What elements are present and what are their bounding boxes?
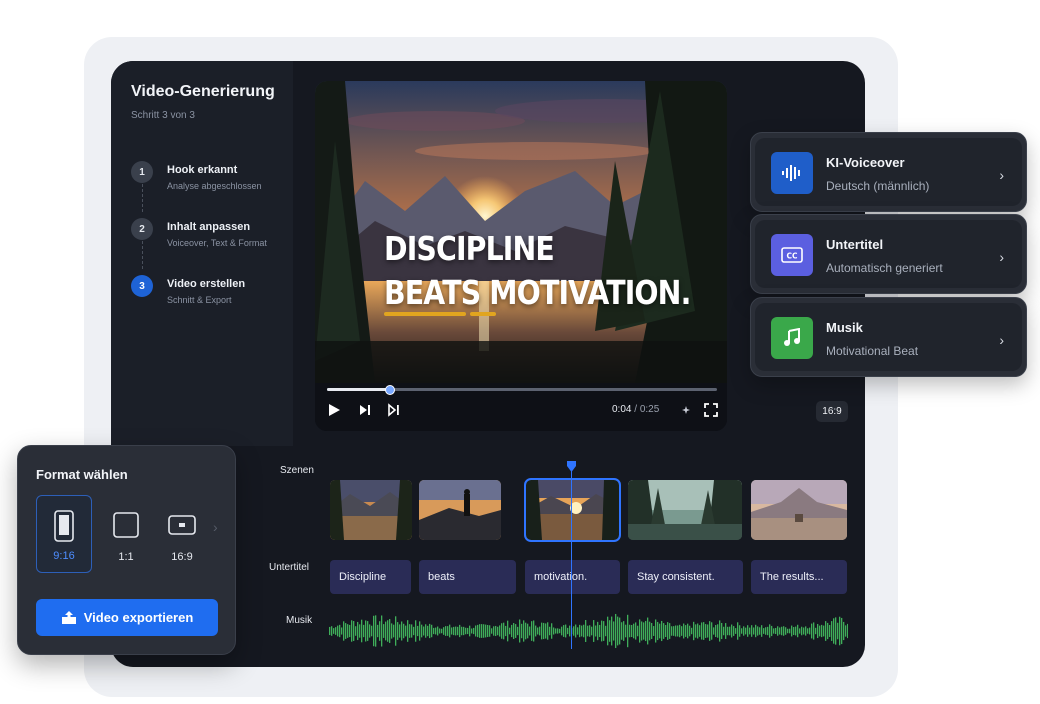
format-option-9-16[interactable]: 9:16: [36, 495, 92, 573]
panel-title: Untertitel: [826, 237, 884, 252]
step-desc: Analyse abgeschlossen: [167, 181, 262, 191]
step-number: 3: [131, 275, 153, 297]
panel-subtitle: Motivational Beat: [826, 344, 919, 358]
chevron-right-icon[interactable]: ›: [999, 332, 1004, 348]
track-label-scenes: Szenen: [280, 465, 314, 476]
format-label: 16:9: [171, 551, 193, 563]
format-option-16-9[interactable]: 16:9: [154, 495, 210, 573]
playhead-handle-icon[interactable]: [566, 461, 577, 472]
export-button[interactable]: Video exportieren: [36, 599, 218, 636]
scene-image: [330, 480, 412, 540]
progress-knob[interactable]: [385, 385, 396, 395]
player-controls: 0:04 / 0:25: [315, 383, 727, 431]
format-label: 1:1: [118, 551, 134, 563]
step-title: Video erstellen: [167, 278, 246, 290]
panel-subtitle: Deutsch (männlich): [826, 179, 930, 193]
format-label: 9:16: [53, 550, 75, 562]
progress-bar[interactable]: [327, 385, 717, 395]
caption-line-1: DISCIPLINE: [384, 229, 555, 268]
sidebar: Video-Generierung Schritt 3 von 3 1 Hook…: [111, 61, 293, 446]
play-icon[interactable]: [326, 402, 342, 418]
step-number: 2: [131, 218, 153, 240]
step-desc: Voiceover, Text & Format: [167, 238, 267, 248]
caption-line-2: BEATS MOTIVATION.: [384, 273, 691, 312]
step-1[interactable]: 1 Hook erkannt Analyse abgeschlossen: [131, 161, 291, 201]
chevron-right-icon[interactable]: ›: [999, 249, 1004, 265]
subtitles-panel[interactable]: CC Untertitel Automatisch generiert ›: [750, 214, 1027, 294]
scene-thumbnail[interactable]: [751, 480, 847, 540]
subtitle-clip[interactable]: The results...: [751, 560, 847, 594]
skip-icon[interactable]: [386, 402, 402, 418]
caption-underline: [470, 312, 496, 316]
portrait-icon: [54, 510, 74, 542]
caption-underline: [384, 312, 466, 316]
step-2[interactable]: 2 Inhalt anpassen Voiceover, Text & Form…: [131, 218, 291, 258]
scene-image: [419, 480, 501, 540]
cc-icon: CC: [771, 234, 813, 276]
fullscreen-icon[interactable]: [703, 402, 719, 418]
step-counter: Schritt 3 von 3: [131, 110, 195, 121]
subtitle-clip[interactable]: beats: [419, 560, 516, 594]
time-current: 0:04: [612, 404, 632, 415]
panel-title: KI-Voiceover: [826, 155, 905, 170]
scene-thumbnail[interactable]: [330, 480, 412, 540]
voiceover-panel[interactable]: KI-Voiceover Deutsch (männlich) ›: [750, 132, 1027, 212]
time-total: 0:25: [639, 404, 660, 415]
video-caption: DISCIPLINE BEATS MOTIVATION.: [384, 227, 691, 315]
upload-icon: [61, 610, 76, 624]
step-title: Inhalt anpassen: [167, 221, 251, 233]
scene-thumbnail-selected[interactable]: [524, 478, 621, 542]
step-desc: Schnitt & Export: [167, 295, 232, 305]
scene-image: [751, 480, 847, 540]
landscape-icon: [168, 515, 196, 535]
step-number: 1: [131, 161, 153, 183]
square-icon: [113, 512, 139, 538]
progress-fill: [327, 388, 390, 391]
aspect-ratio-badge[interactable]: 16:9: [816, 401, 848, 422]
format-title: Format wählen: [36, 467, 128, 482]
format-card: Format wählen 9:16 1:1 16:9 › Video expo…: [17, 445, 236, 655]
scene-image: [628, 480, 742, 540]
export-label: Video exportieren: [83, 610, 194, 625]
track-label-music: Musik: [286, 615, 313, 626]
video-preview[interactable]: DISCIPLINE BEATS MOTIVATION. 0:04 / 0:25: [315, 81, 727, 431]
scene-thumbnail[interactable]: [628, 480, 742, 540]
next-frame-icon[interactable]: [357, 402, 373, 418]
playhead[interactable]: [571, 469, 572, 649]
music-note-icon: [771, 317, 813, 359]
step-title: Hook erkannt: [167, 164, 238, 176]
format-option-1-1[interactable]: 1:1: [98, 495, 154, 573]
page-title: Video-Generierung: [131, 83, 275, 100]
subtitle-clip[interactable]: Stay consistent.: [628, 560, 743, 594]
subtitle-clip[interactable]: Discipline: [330, 560, 411, 594]
track-label-subtitles: Untertitel: [269, 562, 310, 573]
time-separator: /: [631, 404, 640, 415]
scene-image: [526, 480, 619, 540]
music-waveform[interactable]: [329, 611, 848, 651]
scene-thumbnail[interactable]: [419, 480, 501, 540]
panel-subtitle: Automatisch generiert: [826, 261, 943, 275]
waveform-icon: [771, 152, 813, 194]
time-display: 0:04 / 0:25: [612, 404, 659, 415]
panel-title: Musik: [826, 320, 863, 335]
svg-text:CC: CC: [786, 252, 798, 261]
music-panel[interactable]: Musik Motivational Beat ›: [750, 297, 1027, 377]
subtitle-clip[interactable]: motivation.: [525, 560, 620, 594]
sparkle-icon[interactable]: [678, 402, 694, 418]
chevron-right-icon[interactable]: ›: [213, 519, 218, 535]
step-3[interactable]: 3 Video erstellen Schnitt & Export: [131, 275, 291, 315]
chevron-right-icon[interactable]: ›: [999, 167, 1004, 183]
